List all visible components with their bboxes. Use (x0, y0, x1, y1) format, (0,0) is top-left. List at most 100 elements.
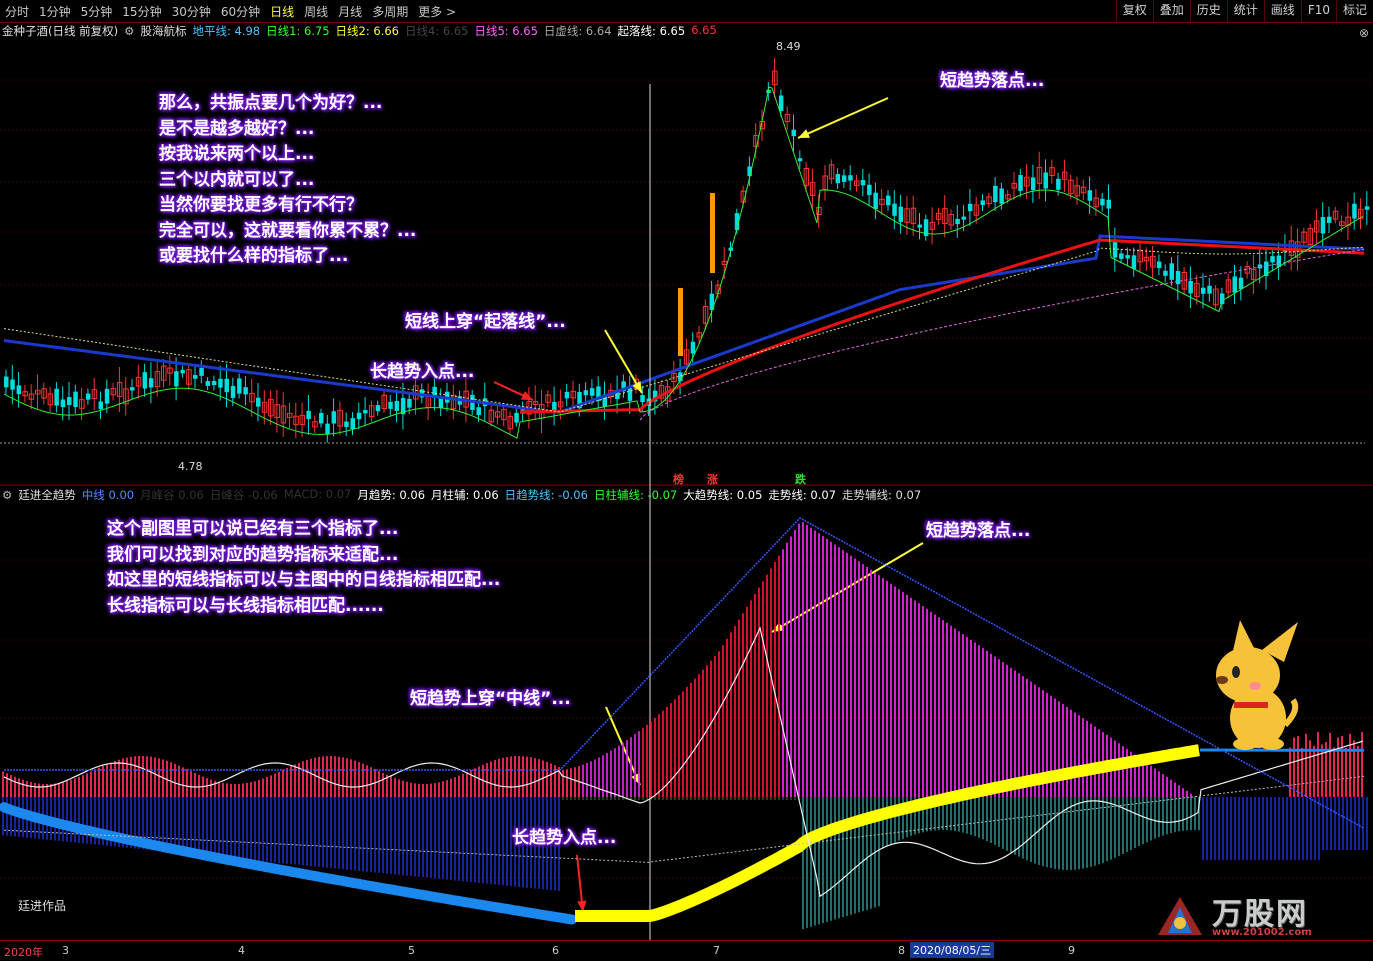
candle-body (798, 158, 803, 161)
period-tab[interactable]: 30分钟 (167, 3, 216, 20)
annotation-arrow (798, 98, 888, 138)
candle-body (407, 399, 412, 408)
candle-body (590, 388, 595, 396)
annotation-line: 我们可以找到对应的趋势指标来适配... (107, 543, 500, 569)
candle-body (1352, 204, 1357, 219)
candle-body (640, 395, 645, 402)
period-tab[interactable]: 日线 (265, 3, 299, 20)
period-tab[interactable]: 多周期 (367, 3, 413, 20)
axis-month-label: 8 (898, 944, 905, 957)
annotation-line: 如这里的短线指标可以与主图中的日线指标相匹配... (107, 568, 500, 594)
signal-fall: 跌 (795, 471, 806, 487)
axis-cursor-date: 2020/08/05/三 (910, 942, 994, 958)
annotation-line: 三个以内就可以了... (159, 168, 416, 194)
annotation-line: 或要找什么样的指标了... (159, 244, 416, 270)
period-tab[interactable]: 周线 (299, 3, 333, 20)
candle-body (873, 193, 878, 209)
dog-mascot-part (1234, 702, 1268, 708)
candle-body (552, 402, 557, 410)
period-tab[interactable]: 5分钟 (76, 3, 118, 20)
candle-body (180, 370, 185, 374)
candle-body (514, 413, 519, 423)
dog-mascot-part (1285, 700, 1295, 725)
candle-body (206, 381, 211, 386)
candle-body (999, 189, 1004, 204)
axis-month-label: 9 (1068, 944, 1075, 957)
candle-body (867, 185, 872, 195)
candle-body (395, 401, 400, 411)
candle-body (1170, 263, 1175, 279)
toolbar-button[interactable]: 历史 (1190, 0, 1227, 22)
candle-body (344, 422, 349, 427)
candle-body (1188, 281, 1193, 293)
candle-body (218, 379, 223, 388)
candle-body (1233, 276, 1238, 292)
candle-body (1201, 288, 1206, 294)
candle-body (357, 413, 362, 420)
annotation-line: 按我说来两个以上... (159, 142, 416, 168)
period-tab[interactable]: 分时 (0, 3, 34, 20)
candle-body (4, 377, 9, 388)
period-tab[interactable]: 月线 (333, 3, 367, 20)
period-tab[interactable]: 1分钟 (34, 3, 76, 20)
candle-body (584, 390, 589, 395)
candle-body (1239, 278, 1244, 289)
dashed-line (4, 776, 1364, 862)
rocket-icon (1150, 885, 1210, 945)
toolbar-button[interactable]: 画线 (1264, 0, 1301, 22)
candle-body (130, 387, 135, 390)
candle-body (1044, 172, 1049, 188)
candle-body (1365, 206, 1370, 209)
candle-body (212, 381, 217, 385)
toolbar-button[interactable]: 统计 (1227, 0, 1264, 22)
candle-body (678, 288, 683, 356)
toolbar-button[interactable]: F10 (1301, 0, 1336, 22)
candle-body (962, 217, 967, 220)
candle-body (17, 385, 22, 394)
toolbar-right-buttons: 复权叠加历史统计画线F10标记 (1116, 0, 1373, 22)
candle-body (1132, 255, 1137, 269)
candle-body (1220, 293, 1225, 304)
candle-body (10, 380, 15, 390)
candle-body (1176, 271, 1181, 284)
dog-mascot-part (1233, 738, 1257, 750)
axis-month-label: 6 (552, 944, 559, 957)
dog-mascot-part (1216, 647, 1280, 703)
annotation-line: 长线指标可以与长线指标相匹配...... (107, 594, 500, 620)
candle-body (351, 418, 356, 429)
period-tab[interactable]: 60分钟 (216, 3, 265, 20)
candle-body (968, 204, 973, 211)
toolbar-button[interactable]: 叠加 (1153, 0, 1190, 22)
candle-body (332, 411, 337, 423)
period-tab[interactable]: 更多 > (413, 3, 461, 20)
main-cross-note: 短线上穿“起落线”... (405, 310, 566, 336)
candle-body (363, 410, 368, 413)
annotation-line: 这个副图里可以说已经有三个指标了... (107, 517, 500, 543)
signal-rise: 涨 (707, 471, 718, 487)
dog-mascot-part (1260, 738, 1284, 750)
dog-mascot-part (1249, 682, 1261, 690)
date-axis: 2020年 3 4 5 6 7 8 2020/08/05/三 9 (0, 940, 1373, 961)
sub-short-drop-note: 短趋势落点... (926, 519, 1030, 545)
candle-body (376, 405, 381, 411)
period-tab[interactable]: 15分钟 (117, 3, 166, 20)
candle-body (1031, 177, 1036, 190)
author-label: 廷进作品 (18, 897, 66, 914)
candle-body (1258, 264, 1263, 268)
candle-body (993, 186, 998, 202)
candle-body (886, 196, 891, 206)
toolbar-button[interactable]: 复权 (1116, 0, 1153, 22)
candle-body (1119, 253, 1124, 258)
candle-body (1100, 199, 1105, 206)
candle-body (1157, 262, 1162, 268)
toolbar-button[interactable]: 标记 (1336, 0, 1373, 22)
candle-body (691, 342, 696, 354)
annotation-line: 那么，共振点要几个为好？... (159, 91, 416, 117)
candle-body (54, 389, 59, 406)
candle-body (918, 225, 923, 228)
axis-month-label: 3 (62, 944, 69, 957)
annotation-line: 完全可以，这就要看你累不累？... (159, 219, 416, 245)
axis-month-label: 5 (408, 944, 415, 957)
candle-body (1321, 217, 1326, 233)
axis-year-label: 2020年 (4, 944, 43, 960)
